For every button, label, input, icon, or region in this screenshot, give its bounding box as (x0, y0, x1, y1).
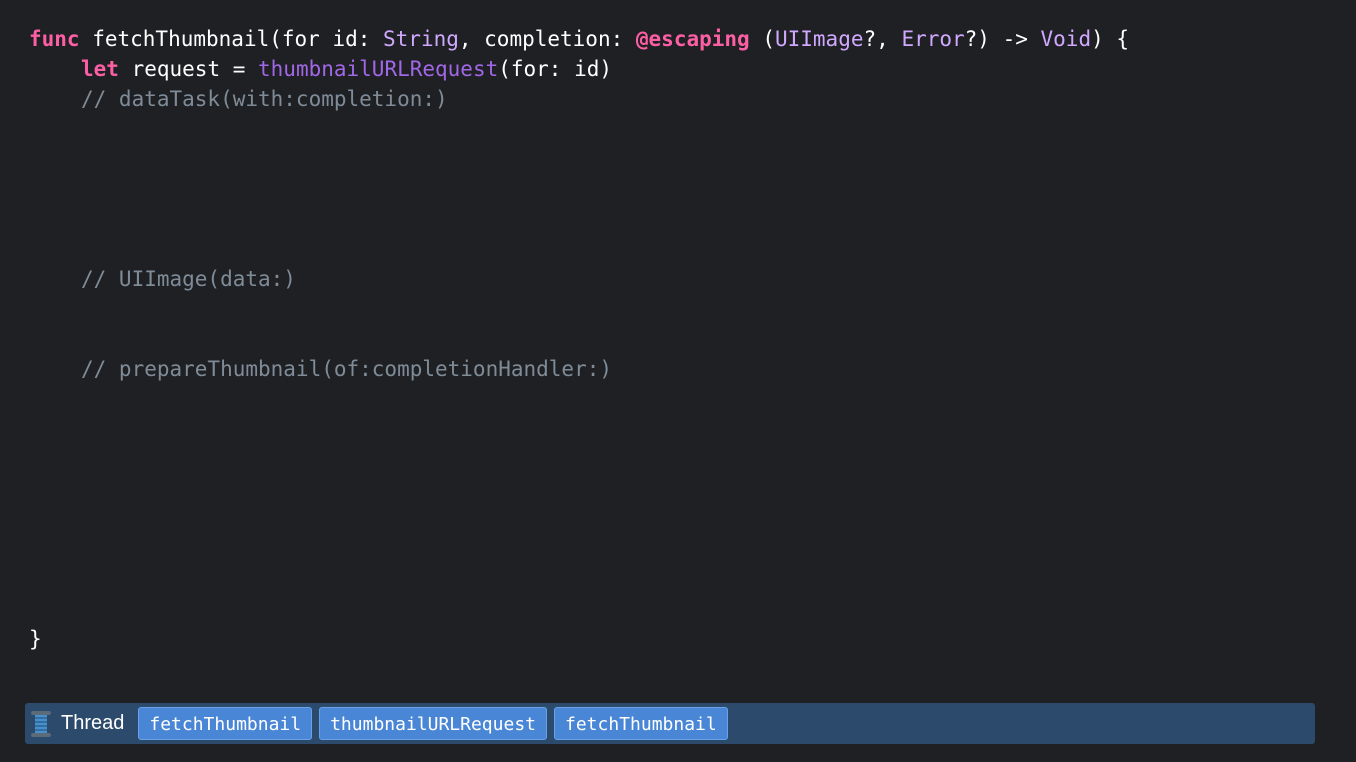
code-editor[interactable]: func fetchThumbnail(for id: String, comp… (0, 0, 1356, 762)
type-void: Void (1040, 27, 1092, 51)
keyword-let: let (81, 57, 119, 81)
code-line-function-signature: func fetchThumbnail(for id: String, comp… (29, 24, 1129, 54)
optional-comma-text: ?, (863, 27, 902, 51)
call-args-text: (for: id) (498, 57, 613, 81)
comment-preparethumbnail: // prepareThumbnail(of:completionHandler… (81, 357, 613, 381)
type-uiimage: UIImage (774, 27, 864, 51)
comment-datatask: // dataTask(with:completion:) (81, 87, 448, 111)
arrow-text: ?) -> (964, 27, 1041, 51)
paren-open-text: ( (749, 27, 775, 51)
type-error: Error (901, 27, 965, 51)
spool-icon (31, 710, 51, 737)
comment-uiimage: // UIImage(data:) (81, 267, 296, 291)
function-call-thumbnailurlrequest: thumbnailURLRequest (258, 57, 499, 81)
keyword-func: func (29, 27, 80, 51)
thread-label-text: Thread (61, 712, 125, 734)
function-name-text: fetchThumbnail(for id: (79, 27, 384, 51)
thread-label: Thread (31, 710, 125, 737)
thread-frame-fetchthumbnail-2[interactable]: fetchThumbnail (554, 707, 728, 740)
param-completion-text: , completion: (458, 27, 636, 51)
thread-bar: Thread fetchThumbnail thumbnailURLReques… (25, 703, 1315, 744)
brace-open-text: ) { (1091, 27, 1130, 51)
code-line-let-request: let request = thumbnailURLRequest(for: i… (81, 54, 612, 84)
thread-frame-thumbnailurlrequest[interactable]: thumbnailURLRequest (319, 707, 547, 740)
closing-brace: } (29, 627, 42, 651)
thread-frame-fetchthumbnail-1[interactable]: fetchThumbnail (138, 707, 313, 740)
keyword-escaping: @escaping (635, 27, 750, 51)
type-string: String (383, 27, 459, 51)
assign-text: request = (118, 57, 259, 81)
